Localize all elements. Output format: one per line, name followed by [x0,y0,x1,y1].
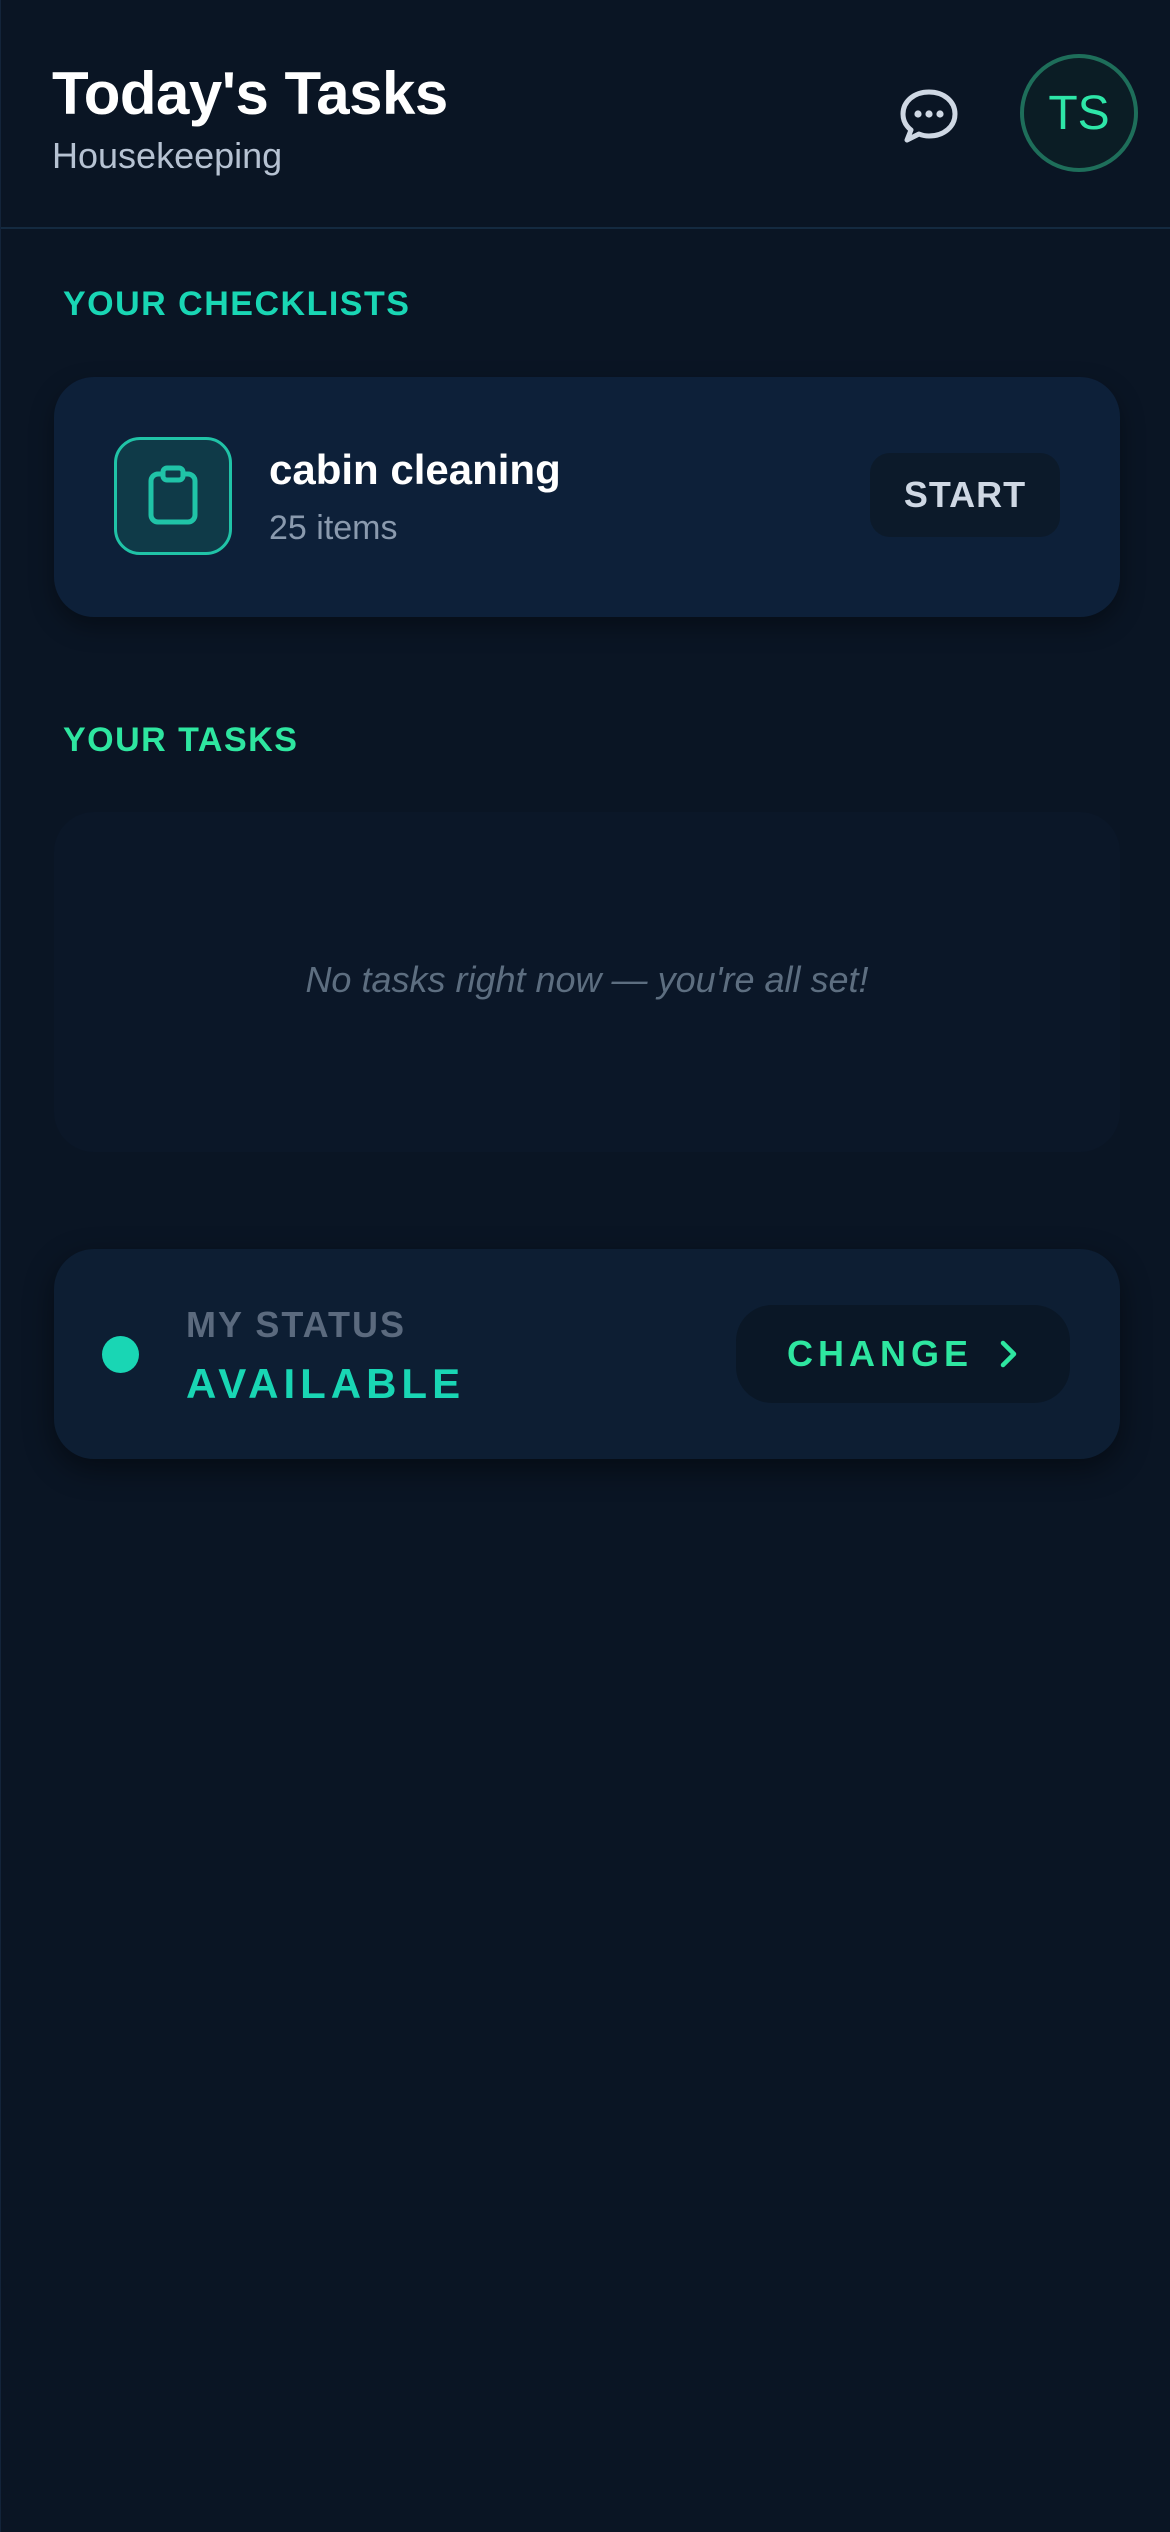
chevron-right-icon [999,1339,1019,1369]
header: Today's Tasks Housekeeping TS [1,0,1170,229]
page-title: Today's Tasks [52,60,448,127]
status-indicator-dot [102,1336,139,1373]
app-screen: Today's Tasks Housekeeping TS YOUR CHECK… [0,0,1170,2532]
checklist-count: 25 items [269,509,398,547]
checklists-heading: YOUR CHECKLISTS [63,285,411,323]
change-status-label: CHANGE [786,1333,973,1374]
chat-button[interactable] [894,84,964,148]
status-card: MY STATUS AVAILABLE CHANGE [54,1249,1120,1459]
start-button[interactable]: START [870,453,1060,537]
status-value: AVAILABLE [186,1360,466,1407]
change-status-button[interactable]: CHANGE [736,1305,1070,1403]
clipboard-icon [114,437,232,555]
page-subtitle: Housekeeping [52,135,283,176]
checklist-title: cabin cleaning [269,446,561,493]
checklist-card[interactable]: cabin cleaning 25 items START [54,377,1120,617]
avatar[interactable]: TS [1020,54,1138,172]
empty-tasks-message: No tasks right now — you're all set! [305,959,869,1000]
tasks-empty-state: No tasks right now — you're all set! [54,812,1120,1152]
tasks-heading: YOUR TASKS [63,721,299,759]
chat-bubble-icon [900,89,958,143]
status-label: MY STATUS [186,1304,407,1345]
